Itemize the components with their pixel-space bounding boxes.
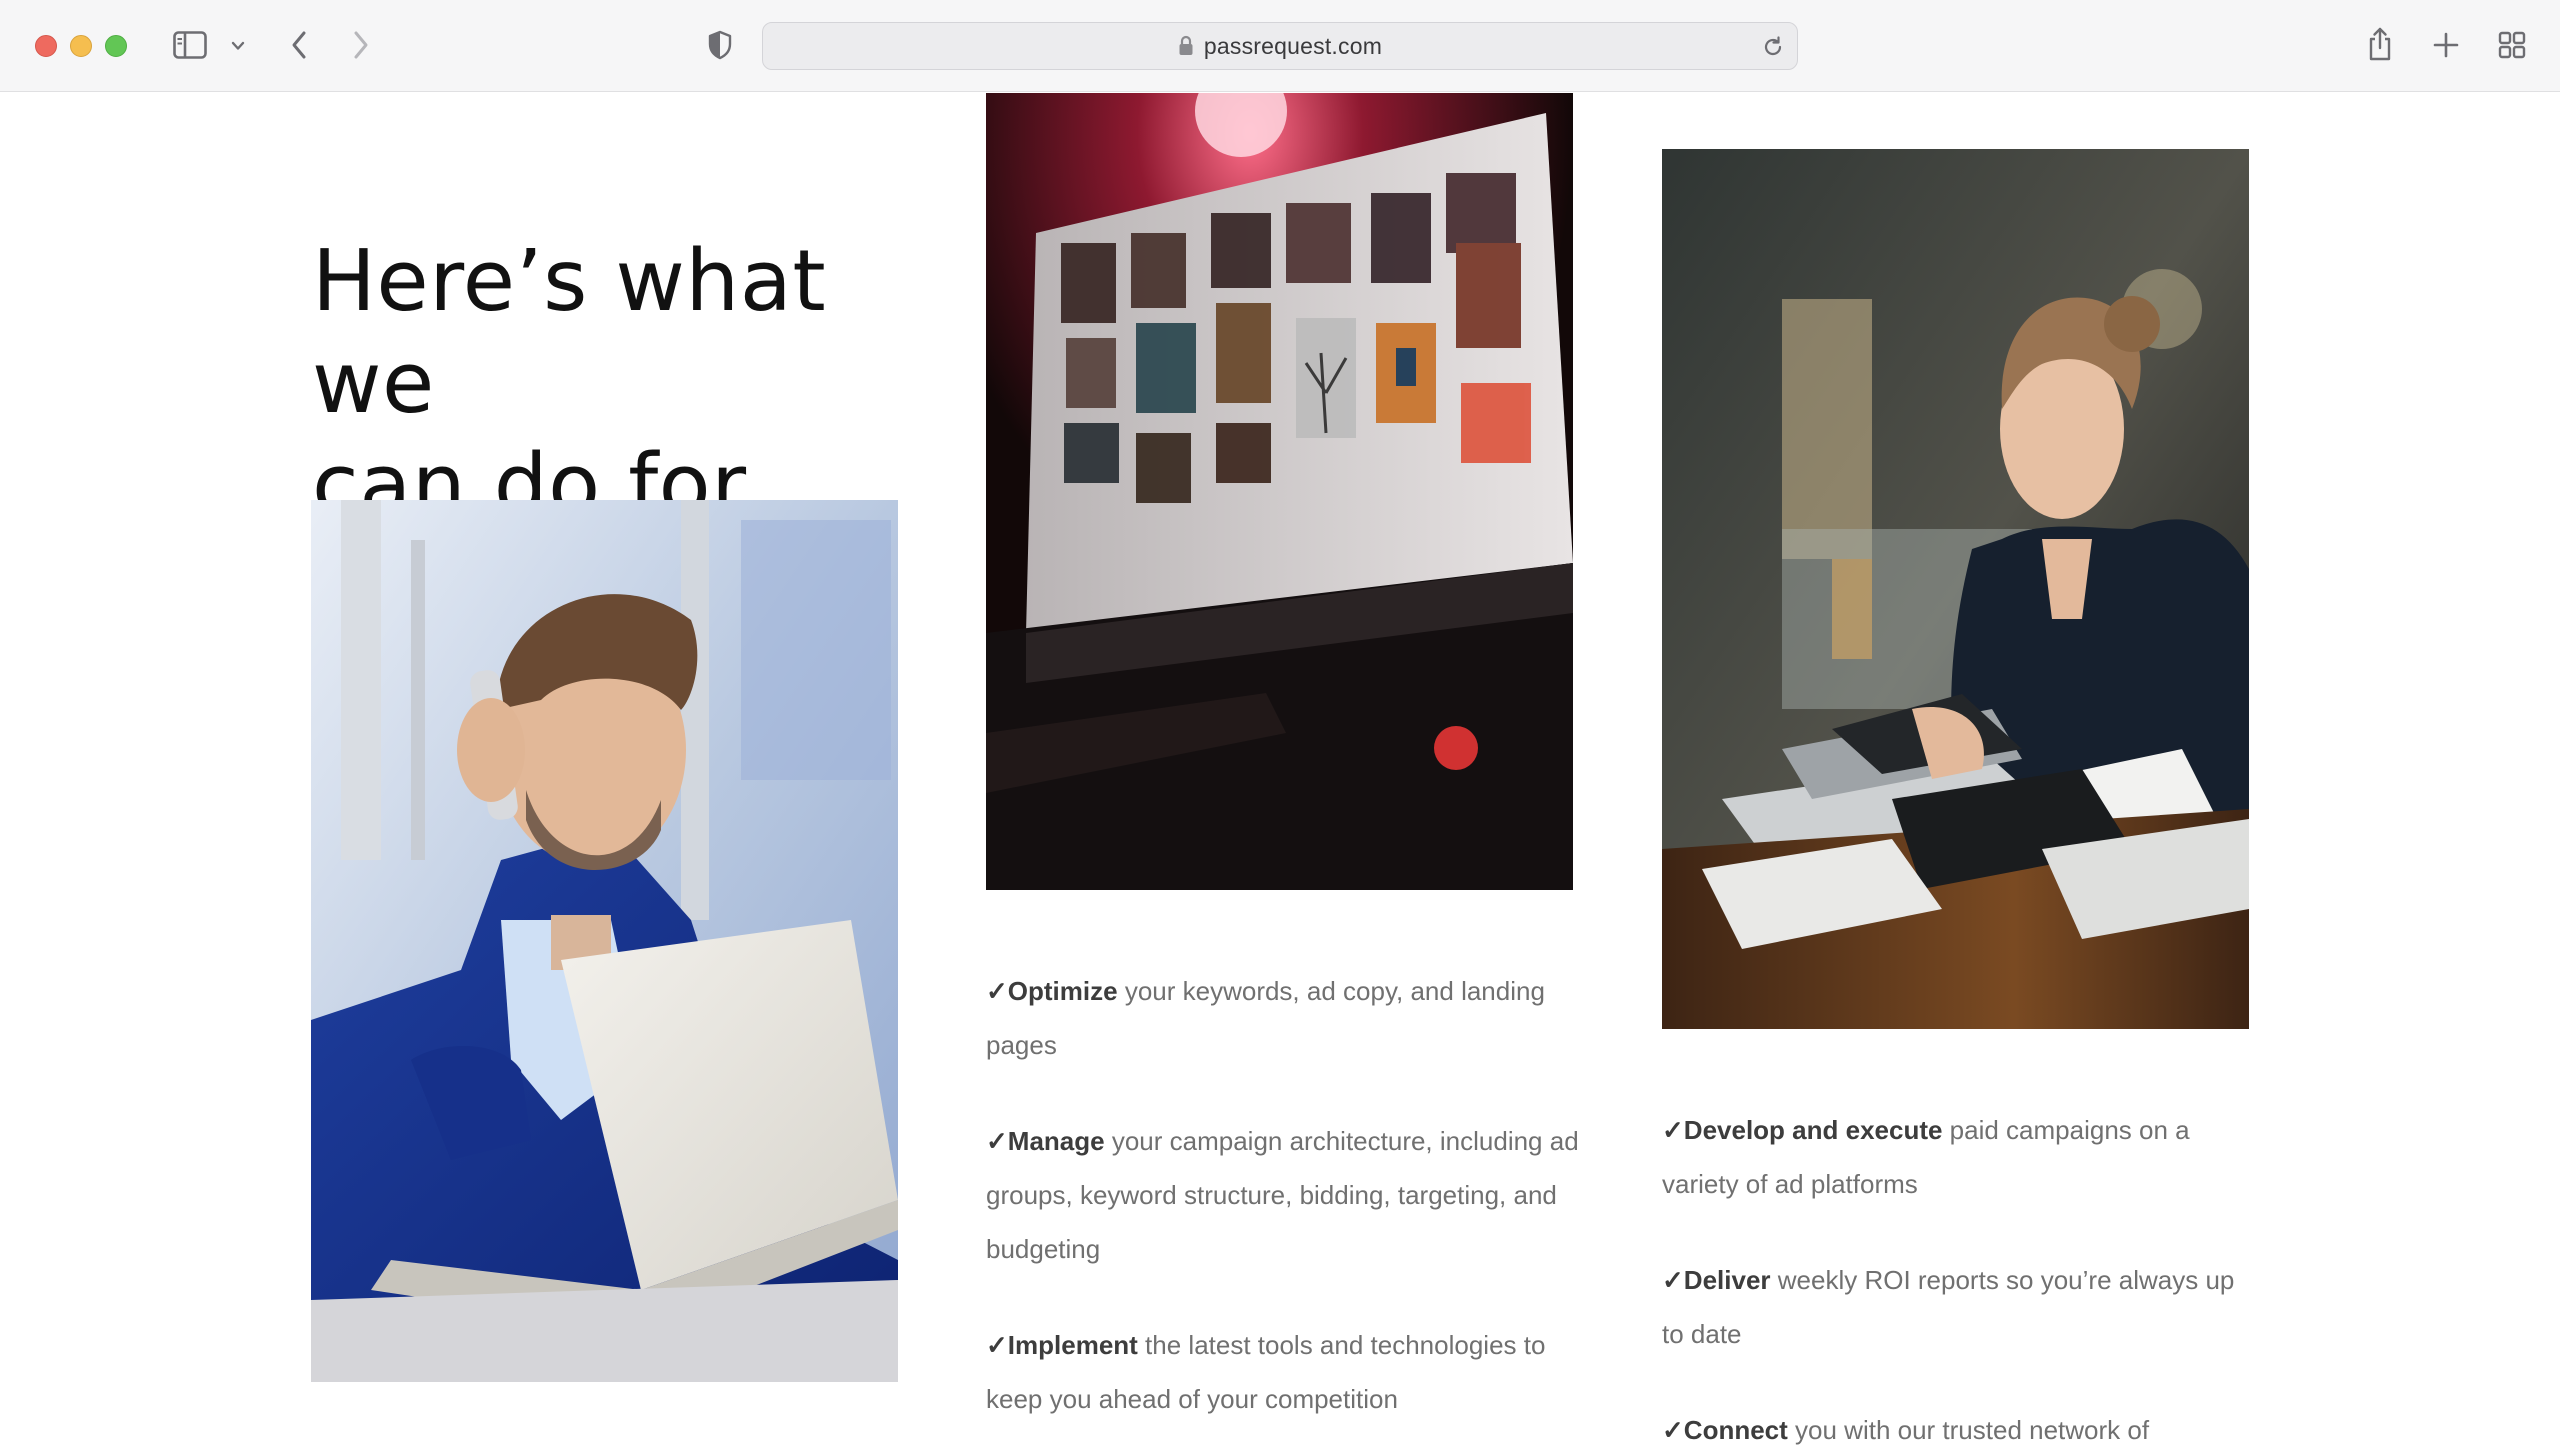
check-icon: ✓	[1662, 1265, 1684, 1295]
chevron-right-icon[interactable]	[346, 28, 376, 62]
feature-description: you with our trusted network of	[1787, 1415, 2150, 1445]
feature-item: ✓Implement the latest tools and technolo…	[986, 1318, 1586, 1426]
check-icon: ✓	[1662, 1115, 1684, 1145]
address-bar[interactable]: passrequest.com	[762, 22, 1798, 70]
features-list-middle: ✓Optimize your keywords, ad copy, and la…	[986, 964, 1586, 1445]
feature-title: Develop and execute	[1683, 1115, 1943, 1145]
feature-item: ✓Optimize your keywords, ad copy, and la…	[986, 964, 1586, 1072]
laptop-screen-gallery-photo	[986, 93, 1573, 890]
features-list-right: ✓Develop and execute paid campaigns on a…	[1662, 1103, 2262, 1445]
window-close-button[interactable]	[35, 35, 57, 57]
feature-item: ✓Connect you with our trusted network of	[1662, 1403, 2262, 1445]
chevron-left-icon[interactable]	[284, 28, 314, 62]
address-bar-url: passrequest.com	[1203, 32, 1383, 59]
browser-toolbar: passrequest.com	[0, 0, 2560, 92]
check-icon: ✓	[1662, 1415, 1684, 1445]
feature-item: ✓Develop and execute paid campaigns on a…	[1662, 1103, 2262, 1211]
feature-title: Implement	[1007, 1330, 1138, 1360]
share-icon[interactable]	[2364, 24, 2396, 64]
headline-line-1: Here’s what we	[312, 232, 827, 433]
feature-item: ✓Deliver weekly ROI reports so you’re al…	[1662, 1253, 2262, 1361]
reload-icon[interactable]	[1761, 35, 1785, 64]
grid-icon[interactable]	[2496, 29, 2528, 61]
sidebar-icon[interactable]	[172, 30, 208, 60]
feature-item: ✓Manage your campaign architecture, incl…	[986, 1114, 1586, 1276]
check-icon: ✓	[986, 976, 1008, 1006]
feature-title: Optimize	[1007, 976, 1118, 1006]
chevron-down-icon[interactable]	[228, 36, 248, 56]
plus-icon[interactable]	[2430, 29, 2462, 61]
window-minimize-button[interactable]	[70, 35, 92, 57]
check-icon: ✓	[986, 1126, 1008, 1156]
woman-writing-at-laptop-photo	[1662, 149, 2249, 1029]
web-page: Here’s what we can do for you.	[0, 93, 2560, 1445]
check-icon: ✓	[986, 1330, 1008, 1360]
lock-icon	[1178, 35, 1194, 57]
man-on-phone-with-laptop-photo	[311, 500, 898, 1382]
feature-title: Deliver	[1683, 1265, 1771, 1295]
feature-title: Connect	[1683, 1415, 1788, 1445]
shield-icon[interactable]	[704, 28, 736, 62]
window-zoom-button[interactable]	[105, 35, 127, 57]
feature-title: Manage	[1007, 1126, 1105, 1156]
